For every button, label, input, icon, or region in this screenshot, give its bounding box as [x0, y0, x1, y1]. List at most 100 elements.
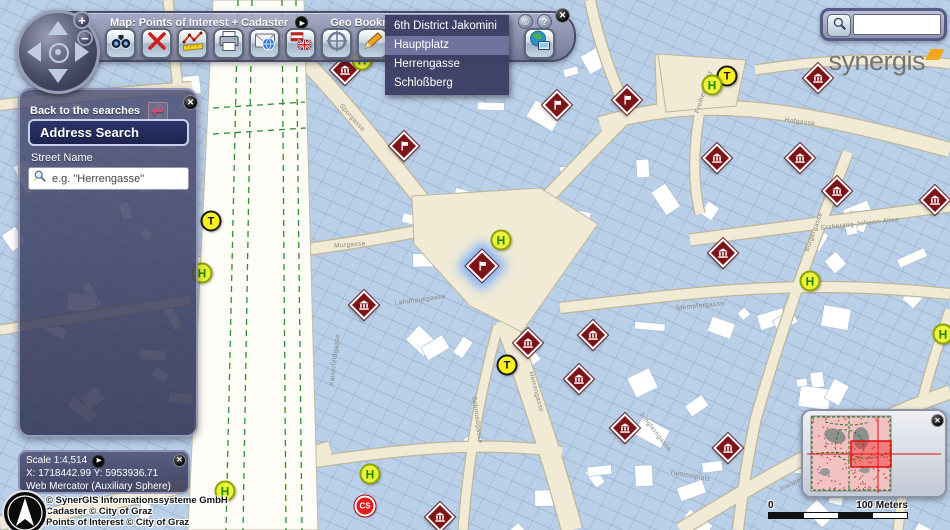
- pan-down-arrow[interactable]: [48, 69, 68, 83]
- zoom-out-button[interactable]: −: [77, 30, 93, 46]
- flag-icon: [397, 139, 412, 154]
- quick-search-button[interactable]: [827, 14, 851, 37]
- session-globe-button[interactable]: [524, 28, 555, 59]
- print-icon: [217, 29, 241, 58]
- overview-close-button[interactable]: ✕: [931, 414, 944, 427]
- selected-bookmark-marker[interactable]: [465, 249, 499, 283]
- weboffice-brandmark-icon: [2, 490, 48, 530]
- bookmark-item-6th-district-jakomini[interactable]: 6th District Jakomini: [385, 17, 509, 36]
- back-to-searches-link[interactable]: Back to the searches: [30, 105, 140, 117]
- toolbar-close-button[interactable]: ✕: [555, 8, 570, 23]
- taxi-stand-marker[interactable]: T: [496, 354, 518, 376]
- car-sharing-marker[interactable]: CS: [354, 495, 376, 517]
- overview-extent-rectangle[interactable]: [850, 440, 892, 468]
- webgis-application: Sporgasse Murgasse Herrengasse Hofgasse Erzh…: [0, 0, 950, 530]
- poi-marker[interactable]: [349, 290, 379, 320]
- classical-building-icon: [793, 151, 808, 166]
- map-attribution: © SynerGIS Informationssysteme GmbH Cadas…: [46, 495, 228, 528]
- measure-button[interactable]: [177, 28, 208, 59]
- scale-menu-button[interactable]: ▶: [92, 455, 106, 468]
- address-search-panel: Back to the searches ↩ ✕ Address Search …: [18, 88, 198, 437]
- poi-marker[interactable]: [564, 364, 594, 394]
- pan-up-arrow[interactable]: [48, 21, 68, 35]
- classical-building-icon: [586, 328, 601, 343]
- classical-building-icon: [928, 193, 943, 208]
- poi-marker[interactable]: [425, 502, 455, 530]
- scale-bar-start: 0: [768, 500, 774, 511]
- back-row: Back to the searches ↩: [30, 102, 169, 120]
- poi-marker[interactable]: [708, 238, 738, 268]
- status-panel: Scale 1:4,514 ▶ X: 1718442.99 Y: 5953936…: [18, 450, 190, 494]
- transit-stop-marker[interactable]: H: [490, 229, 512, 251]
- attribution-line: © SynerGIS Informationssysteme GmbH: [46, 495, 228, 506]
- back-arrow-icon[interactable]: ↩: [148, 102, 169, 120]
- poi-marker[interactable]: [702, 143, 732, 173]
- search-binoculars-button[interactable]: [105, 28, 136, 59]
- compass-center-dot: [55, 49, 61, 55]
- flag-icon: [550, 98, 565, 113]
- poi-marker[interactable]: [822, 176, 852, 206]
- magnifier-icon: [832, 16, 847, 36]
- measure-icon: [181, 29, 205, 58]
- street-name-input[interactable]: [50, 171, 184, 186]
- bookmark-flag-marker[interactable]: [612, 85, 642, 115]
- send-map-button[interactable]: [249, 28, 280, 59]
- clear-selection-icon: [145, 29, 169, 58]
- overview-map[interactable]: [803, 411, 945, 496]
- classical-building-icon: [521, 336, 536, 351]
- address-panel-close-button[interactable]: ✕: [183, 95, 198, 110]
- clear-selection-button[interactable]: [141, 28, 172, 59]
- session-globe-icon: [528, 29, 552, 58]
- send-map-icon: [253, 29, 277, 58]
- toolbar-buttons: [105, 28, 388, 59]
- classical-building-icon: [710, 151, 725, 166]
- coordinates-value: X: 1718442.99 Y: 5953936.71: [26, 468, 159, 479]
- pan-left-arrow[interactable]: [27, 42, 41, 62]
- poi-marker[interactable]: [785, 143, 815, 173]
- poi-marker[interactable]: [513, 328, 543, 358]
- locate-globe-icon: [325, 29, 349, 58]
- poi-marker[interactable]: [578, 320, 608, 350]
- status-panel-close-button[interactable]: ✕: [173, 454, 186, 467]
- poi-marker[interactable]: [713, 433, 743, 463]
- address-search-title: Address Search: [28, 119, 189, 146]
- quick-search-widget: [820, 8, 947, 41]
- transit-stop-marker[interactable]: H: [701, 74, 723, 96]
- street-name-field: [28, 167, 189, 190]
- bookmark-flag-marker[interactable]: [389, 131, 419, 161]
- classical-building-icon: [618, 421, 633, 436]
- copyright-button[interactable]: ©: [518, 14, 533, 29]
- help-button[interactable]: ?: [537, 14, 552, 29]
- scale-bar-end: 100 Meters: [856, 500, 908, 511]
- language-flags-button[interactable]: [285, 28, 316, 59]
- locate-globe-button[interactable]: [321, 28, 352, 59]
- attribution-line: Points of Interest © City of Graz: [46, 517, 190, 528]
- zoom-in-button[interactable]: +: [73, 11, 91, 29]
- transit-stop-marker[interactable]: H: [359, 463, 381, 485]
- taxi-stand-marker[interactable]: T: [200, 210, 222, 232]
- bookmark-item-schlo-berg[interactable]: Schloßberg: [385, 74, 509, 93]
- transit-stop-marker[interactable]: H: [932, 323, 950, 345]
- classical-building-icon: [716, 246, 731, 261]
- poi-marker[interactable]: [920, 185, 950, 215]
- quick-search-input[interactable]: [853, 14, 941, 35]
- transit-stop-marker[interactable]: H: [799, 270, 821, 292]
- bookmark-item-hauptplatz[interactable]: Hauptplatz: [385, 36, 509, 55]
- scale-bar: 0 100 Meters: [768, 501, 908, 519]
- classical-building-icon: [721, 441, 736, 456]
- poi-marker[interactable]: [803, 63, 833, 93]
- attribution-line: Cadaster © City of Graz: [46, 506, 153, 517]
- geo-bookmarks-menu: 6th District Jakomini Hauptplatz Herrengas…: [385, 15, 509, 95]
- map-selector-label[interactable]: Map: Points of Interest + Cadaster: [110, 17, 288, 29]
- bookmark-item-herrengasse[interactable]: Herrengasse: [385, 55, 509, 74]
- language-flags-icon: [289, 29, 313, 58]
- search-binoculars-icon: [109, 29, 133, 58]
- redline-pencil-icon: [361, 29, 385, 58]
- overview-map-panel: ✕: [801, 409, 947, 498]
- bookmark-flag-marker[interactable]: [542, 90, 572, 120]
- classical-building-icon: [811, 71, 826, 86]
- redline-pencil-button[interactable]: [357, 28, 388, 59]
- classical-building-icon: [830, 184, 845, 199]
- poi-marker[interactable]: [610, 413, 640, 443]
- print-button[interactable]: [213, 28, 244, 59]
